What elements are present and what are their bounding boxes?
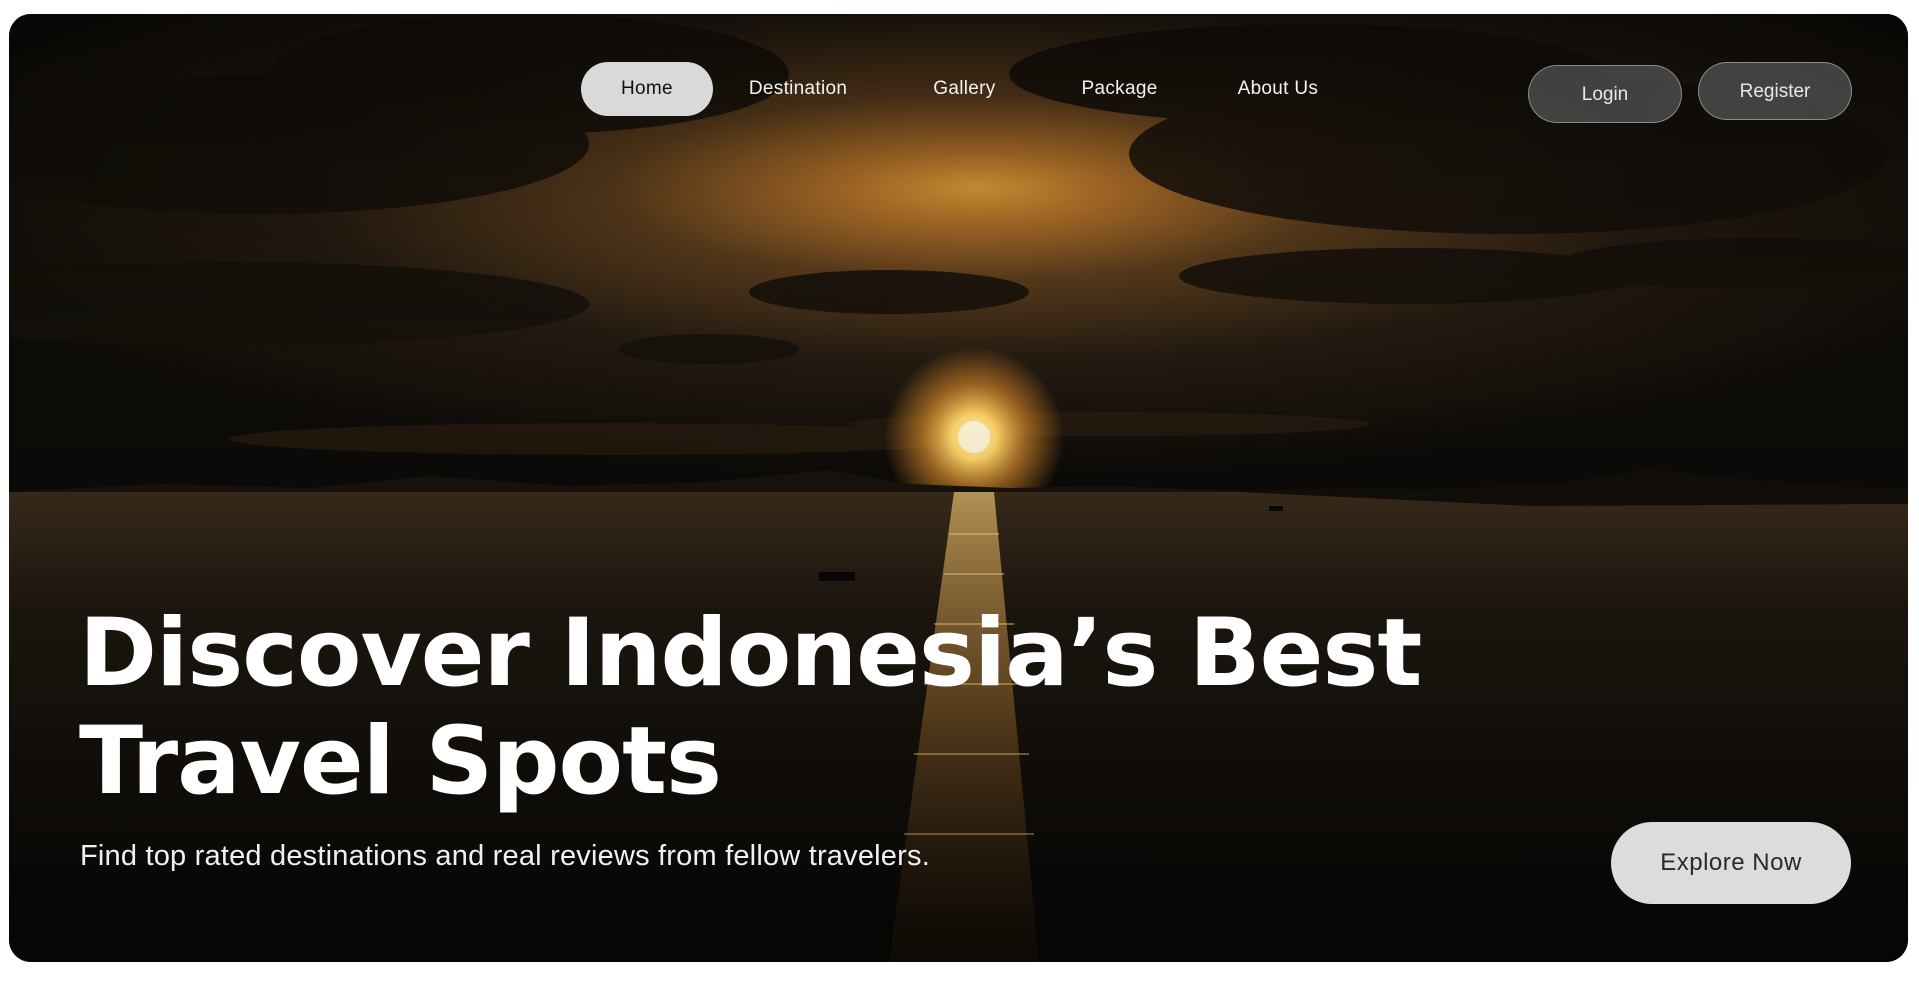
explore-now-button[interactable]: Explore Now [1611, 822, 1851, 904]
hero-headline: Discover Indonesia’s Best Travel Spots [79, 599, 1422, 816]
login-button[interactable]: Login [1528, 65, 1682, 123]
nav-links: Home Destination Gallery Package About U… [581, 62, 1358, 116]
auth-buttons: Login Register [1528, 62, 1852, 123]
nav-destination[interactable]: Destination [709, 62, 887, 116]
hero-subtitle: Find top rated destinations and real rev… [80, 840, 930, 872]
hero-background-image [9, 14, 1908, 962]
hero-headline-line-1: Discover Indonesia’s Best [79, 599, 1422, 708]
register-button[interactable]: Register [1698, 62, 1852, 120]
hero-section: Home Destination Gallery Package About U… [9, 14, 1908, 962]
nav-package[interactable]: Package [1042, 62, 1198, 116]
top-navigation: Home Destination Gallery Package About U… [9, 14, 1908, 154]
hero-headline-line-2: Travel Spots [79, 707, 722, 816]
nav-gallery[interactable]: Gallery [893, 62, 1035, 116]
nav-about-us[interactable]: About Us [1198, 62, 1359, 116]
nav-home[interactable]: Home [581, 62, 713, 116]
